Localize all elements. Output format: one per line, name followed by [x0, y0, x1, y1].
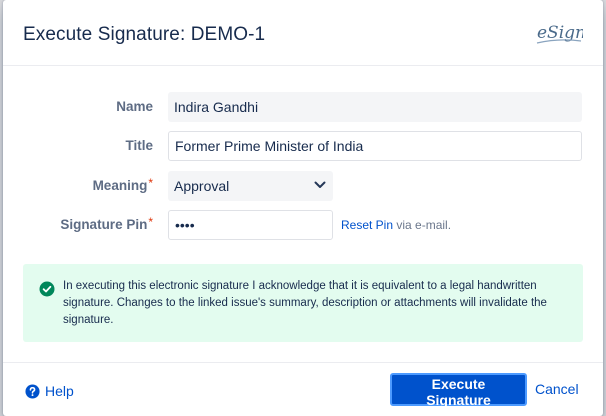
help-link[interactable]: Help — [25, 383, 74, 399]
check-circle-icon — [39, 281, 55, 297]
signature-pin-input[interactable]: •••• — [168, 210, 333, 240]
pin-label: Signature Pin* — [60, 215, 153, 232]
execute-signature-dialog: Execute Signature: DEMO-1 eSign Name Ind… — [3, 0, 603, 416]
name-label: Name — [116, 99, 153, 114]
required-asterisk: * — [148, 215, 153, 229]
title-row: Title — [3, 131, 603, 161]
meaning-select[interactable]: Approval — [168, 171, 333, 201]
required-asterisk: * — [148, 176, 153, 190]
reset-pin-link[interactable]: Reset Pin — [341, 218, 393, 232]
name-row: Name Indira Gandhi — [3, 92, 603, 122]
chevron-down-icon — [314, 181, 326, 188]
reset-pin-hint: Reset Pin via e-mail. — [341, 218, 451, 232]
pin-row: Signature Pin* •••• Reset Pin via e-mail… — [3, 210, 603, 240]
execute-signature-button[interactable]: Execute Signature — [390, 373, 527, 408]
reset-pin-suffix: via e-mail. — [393, 218, 452, 232]
cancel-button[interactable]: Cancel — [535, 381, 579, 397]
dialog-footer: Help Execute Signature Cancel — [3, 362, 603, 416]
notice-text: In executing this electronic signature I… — [63, 280, 547, 326]
question-circle-icon — [25, 383, 40, 399]
acknowledgement-notice: In executing this electronic signature I… — [23, 264, 583, 342]
meaning-label: Meaning* — [92, 176, 153, 193]
name-value: Indira Gandhi — [168, 92, 582, 122]
title-input[interactable] — [168, 131, 582, 161]
meaning-selected-value: Approval — [174, 178, 230, 194]
title-label: Title — [125, 138, 153, 153]
help-label: Help — [45, 383, 74, 399]
meaning-row: Meaning* Approval — [3, 171, 603, 201]
esign-logo: eSign — [536, 23, 583, 44]
dialog-header: Execute Signature: DEMO-1 eSign — [3, 0, 603, 66]
dialog-title: Execute Signature: DEMO-1 — [23, 24, 266, 45]
